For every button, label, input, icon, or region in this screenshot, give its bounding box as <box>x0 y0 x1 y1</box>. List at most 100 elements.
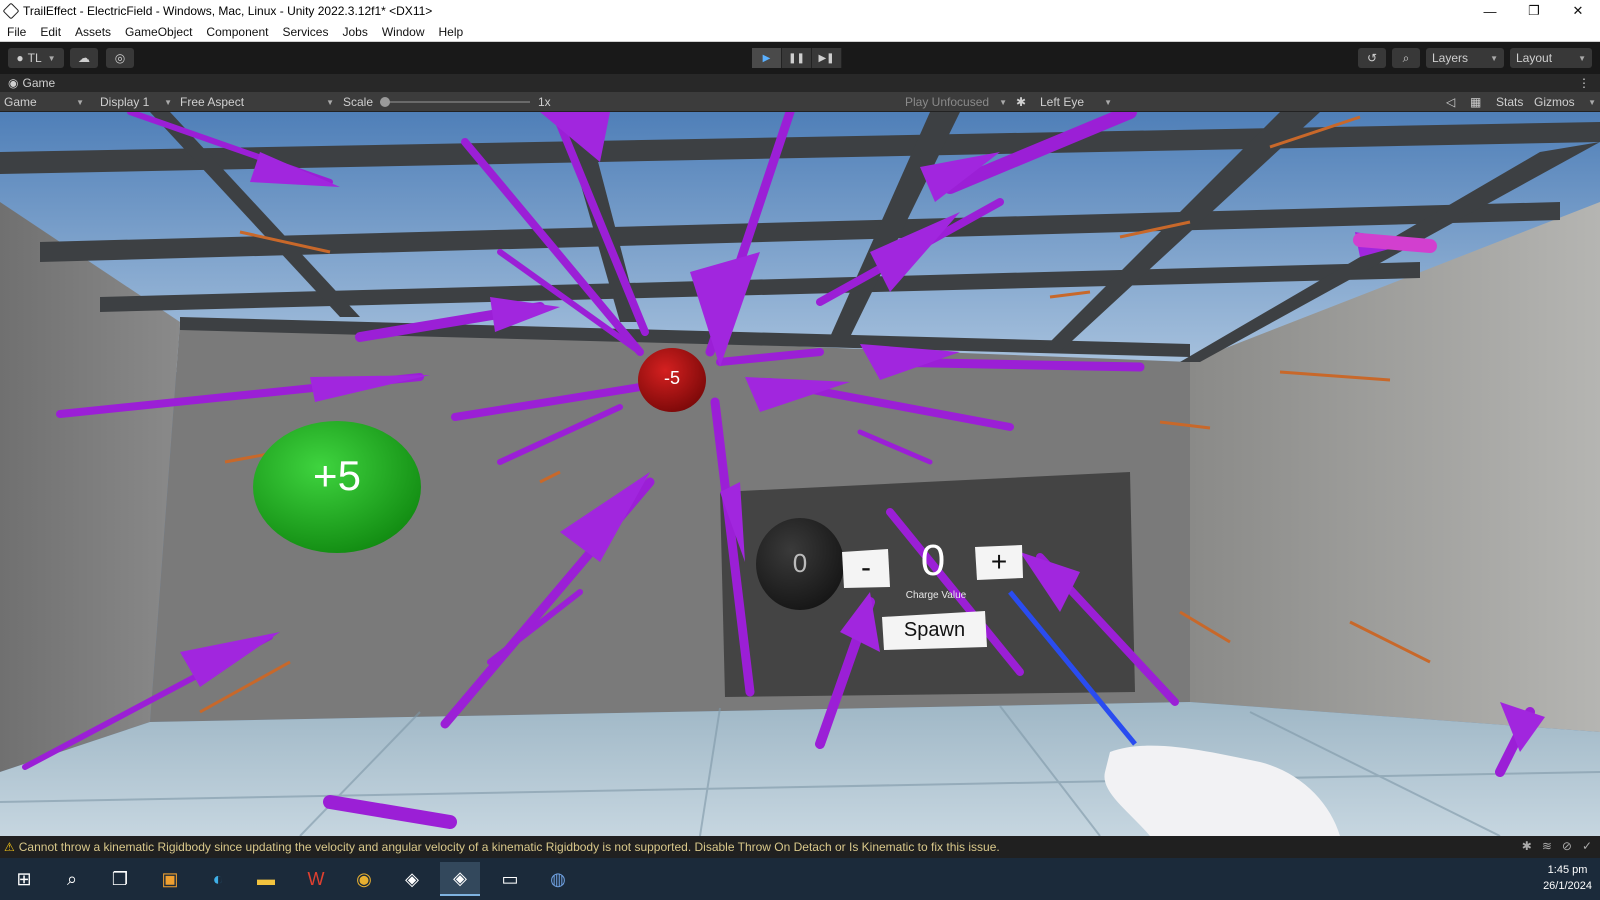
close-button[interactable]: ✕ <box>1556 0 1600 22</box>
scale-label: Scale <box>343 95 374 109</box>
taskbar-wps[interactable]: W <box>296 862 336 896</box>
warning-icon: ⚠ <box>4 840 15 854</box>
chevron-down-icon: ▼ <box>1490 53 1498 63</box>
menu-window[interactable]: Window <box>375 25 432 39</box>
minimize-button[interactable]: — <box>1468 0 1512 22</box>
taskbar-chrome[interactable]: ◉ <box>344 862 384 896</box>
scale-slider[interactable] <box>380 92 530 112</box>
debug-mode-icon[interactable]: ⊘ <box>1562 839 1572 853</box>
chevron-down-icon: ▼ <box>164 97 172 107</box>
cloud-button[interactable]: ☁ <box>70 48 98 68</box>
menu-gameobject[interactable]: GameObject <box>118 25 199 39</box>
stats-button[interactable]: Stats <box>1496 92 1523 112</box>
game-tab[interactable]: ◉ Game ⋮ <box>0 74 1600 92</box>
taskbar-store[interactable]: ▣ <box>150 862 190 896</box>
menu-assets[interactable]: Assets <box>68 25 118 39</box>
gizmos-dropdown[interactable]: Gizmos ▼ <box>1534 92 1596 112</box>
more-options-icon[interactable]: ⋮ <box>1578 76 1590 90</box>
scale-slider-handle[interactable] <box>380 97 390 107</box>
increase-charge-button[interactable]: + <box>975 545 1023 579</box>
vr-icon: ◍ <box>550 868 566 889</box>
console-status-bar[interactable]: ⚠ Cannot throw a kinematic Rigidbody sin… <box>0 836 1600 858</box>
play-focus-label: Play Unfocused <box>905 95 990 109</box>
positive-charge-label: +5 <box>313 452 361 499</box>
play-icon: ▶ <box>762 52 771 64</box>
layers-label: Layers <box>1432 51 1469 65</box>
windows-taskbar: ⊞ ⌕ ❐ ▣ ◐ ▬ W ◉ ◈ ◈ ▭ ◍ 1:45 pm 26/1/202… <box>0 858 1600 900</box>
taskbar-unity-editor[interactable]: ◈ <box>440 862 480 896</box>
search-icon: ⌕ <box>1402 50 1410 65</box>
bug-icon[interactable]: ✱ <box>1016 92 1026 112</box>
taskbar-steamvr[interactable]: ◍ <box>538 862 578 896</box>
windows-icon: ⊞ <box>16 868 32 889</box>
eye-dropdown[interactable]: Left Eye ▼ <box>1040 92 1112 112</box>
account-icon: ● <box>16 51 24 65</box>
menu-jobs[interactable]: Jobs <box>335 25 374 39</box>
gamepad-icon: ◉ <box>8 76 19 90</box>
step-icon: ▶❚ <box>818 52 835 64</box>
step-button[interactable]: ▶❚ <box>812 48 842 68</box>
account-label: TL <box>27 51 42 65</box>
play-focus-dropdown[interactable]: Play Unfocused ▼ <box>905 92 1007 112</box>
game-view-bar: Game ▼ Display 1 ▼ Free Aspect ▼ Scale 1… <box>0 92 1600 112</box>
layout-label: Layout <box>1516 51 1553 65</box>
game-viewport[interactable]: +5 -5 0 - 0 + Charge Value Spawn <box>0 112 1600 836</box>
game-tab-label: Game <box>22 76 56 90</box>
chrome-icon: ◉ <box>356 868 372 889</box>
check-icon[interactable]: ✓ <box>1582 839 1592 853</box>
status-message[interactable]: Cannot throw a kinematic Rigidbody since… <box>19 840 1000 854</box>
chevron-down-icon: ▼ <box>47 53 56 63</box>
menu-file[interactable]: File <box>0 25 33 39</box>
taskbar-oculus[interactable]: ▭ <box>490 862 530 896</box>
display-dropdown[interactable]: Display 1 ▼ <box>100 92 172 112</box>
chevron-down-icon: ▼ <box>999 97 1007 107</box>
charge-value-display: 0 <box>920 536 946 585</box>
search-button[interactable]: ⌕ <box>1392 48 1420 68</box>
edge-icon: ◐ <box>212 868 224 889</box>
clock-time: 1:45 pm <box>1547 864 1588 876</box>
cache-icon[interactable]: ≋ <box>1542 839 1552 853</box>
system-clock[interactable]: 1:45 pm 26/1/2024 <box>1543 862 1592 894</box>
cloud-icon: ☁ <box>78 51 90 65</box>
chevron-down-icon: ▼ <box>76 97 84 107</box>
maximize-button[interactable]: ❐ <box>1512 0 1556 22</box>
history-button[interactable]: ↺ <box>1358 48 1386 68</box>
chevron-down-icon: ▼ <box>1578 53 1586 63</box>
display-label: Display 1 <box>100 95 150 109</box>
menu-component[interactable]: Component <box>199 25 275 39</box>
start-button[interactable]: ⊞ <box>4 862 44 896</box>
aspect-dropdown[interactable]: Free Aspect ▼ <box>180 92 334 112</box>
unity-app-icon <box>2 2 20 20</box>
taskbar-unity-hub[interactable]: ◈ <box>392 862 432 896</box>
spawn-button[interactable]: Spawn <box>882 612 987 649</box>
status-icons: ✱ ≋ ⊘ ✓ <box>1522 839 1592 853</box>
clock-date: 26/1/2024 <box>1543 880 1592 892</box>
decrease-charge-button[interactable]: - <box>842 549 890 587</box>
menu-help[interactable]: Help <box>432 25 471 39</box>
pause-button[interactable]: ❚❚ <box>782 48 812 68</box>
bug-report-icon[interactable]: ✱ <box>1522 839 1532 853</box>
menu-edit[interactable]: Edit <box>33 25 68 39</box>
account-dropdown[interactable]: ● TL ▼ <box>8 48 64 68</box>
grid-icon[interactable]: ▦ <box>1470 92 1481 112</box>
taskbar-explorer[interactable]: ▬ <box>246 862 286 896</box>
menu-services[interactable]: Services <box>275 25 335 39</box>
play-button[interactable]: ▶ <box>752 48 782 68</box>
layout-dropdown[interactable]: Layout ▼ <box>1510 48 1592 68</box>
unity-icon: ◈ <box>453 867 467 888</box>
folder-icon: ▬ <box>257 868 275 889</box>
chevron-down-icon: ▼ <box>1104 97 1112 107</box>
taskbar-edge[interactable]: ◐ <box>198 862 238 896</box>
window-titlebar: TrailEffect - ElectricField - Windows, M… <box>0 0 1600 22</box>
oculus-icon: ▭ <box>501 868 519 889</box>
mute-audio-icon[interactable]: ◁ <box>1446 92 1455 112</box>
layers-dropdown[interactable]: Layers ▼ <box>1426 48 1504 68</box>
view-dropdown[interactable]: Game ▼ <box>4 92 88 112</box>
chevron-down-icon: ▼ <box>326 97 334 107</box>
task-view-button[interactable]: ❐ <box>100 862 140 896</box>
unity-hub-icon: ◈ <box>405 868 419 889</box>
collab-button[interactable]: ◎ <box>106 48 134 68</box>
preview-charge-label: 0 <box>792 548 808 578</box>
chevron-down-icon: ▼ <box>1588 97 1596 107</box>
search-button[interactable]: ⌕ <box>52 862 92 896</box>
